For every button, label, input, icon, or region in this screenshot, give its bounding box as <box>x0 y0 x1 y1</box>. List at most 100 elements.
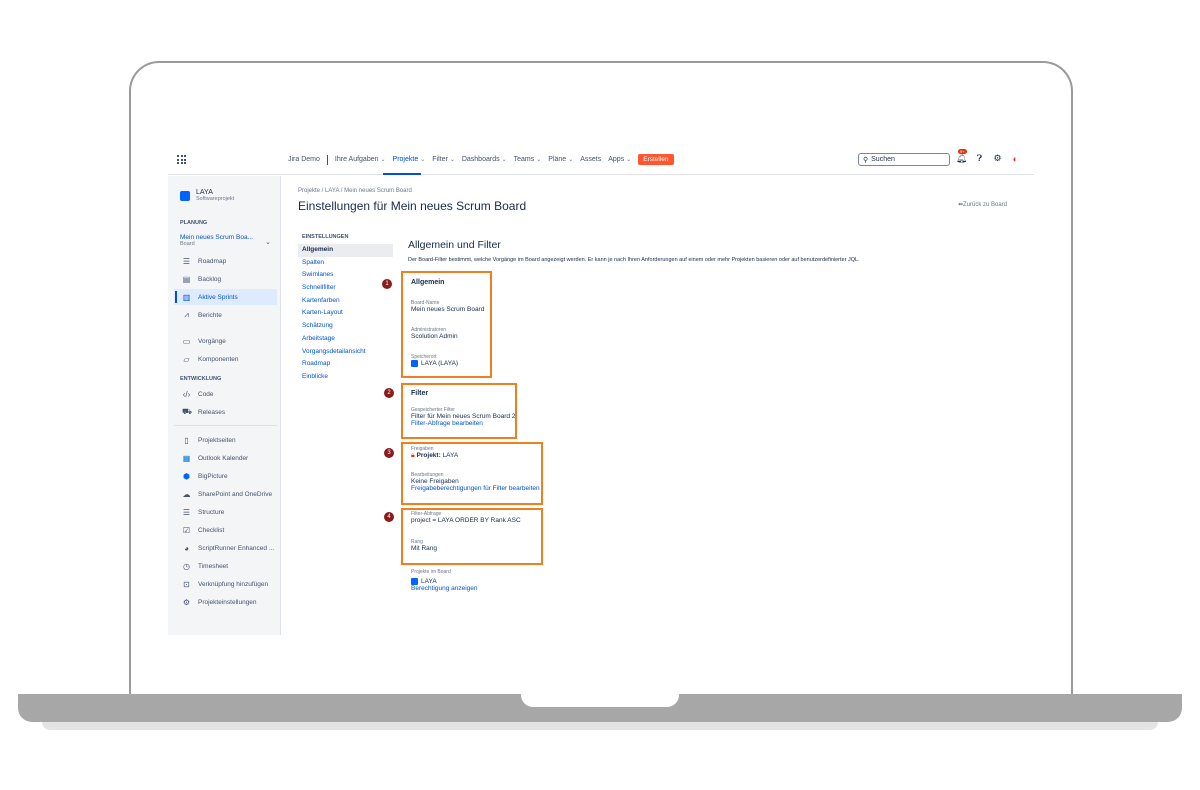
board-selector-type: Board <box>180 241 195 247</box>
scriptrunner-icon: ◕ <box>184 543 189 553</box>
laptop-shadow <box>42 722 1158 730</box>
sidebar-item-label: Verknüpfung hinzufügen <box>198 580 269 588</box>
rank-field: Rang Mit Rang <box>411 539 437 552</box>
settings-nav-columns[interactable]: Spalten <box>298 257 393 270</box>
sidebar-item-scriptrunner[interactable]: ◕ ScriptRunner Enhanced ... <box>174 540 277 556</box>
top-navigation: Jira Demo Ihre Aufgaben ⌄ Projekte ⌄ Filte… <box>168 145 1034 175</box>
shares-value: 🔒︎ Projekt: LAYA <box>411 452 458 460</box>
sidebar-item-bigpicture[interactable]: ⬢ BigPicture <box>174 468 277 484</box>
settings-nav-roadmap[interactable]: Roadmap <box>298 358 393 371</box>
roadmap-icon: ☰ <box>182 256 191 266</box>
nav-filters[interactable]: Filter ⌄ <box>432 156 455 163</box>
sidebar-item-sharepoint[interactable]: ☁ SharePoint and OneDrive <box>174 486 277 502</box>
chevron-down-icon: ⌄ <box>536 157 542 163</box>
sidebar-item-label: Code <box>198 390 214 398</box>
edit-filter-query-link[interactable]: Filter-Abfrage bearbeiten <box>411 420 515 427</box>
gear-icon: ⚙ <box>182 597 191 607</box>
sidebar-item-reports[interactable]: ⩘ Berichte <box>174 307 277 323</box>
admins-field: Administratoren Scolution Admin <box>411 327 458 340</box>
add-link-icon: ⊡ <box>183 579 190 589</box>
nav-jira-demo[interactable]: Jira Demo <box>288 156 320 163</box>
sidebar-item-code[interactable]: ‹/› Code <box>174 386 277 402</box>
general-heading: Allgemein <box>411 279 445 286</box>
notifications-icon[interactable]: 🔔︎ 9+ <box>956 149 967 164</box>
settings-nav-insights[interactable]: Einblicke <box>298 371 393 384</box>
sidebar-item-outlook[interactable]: ▦ Outlook Kalender <box>174 450 277 466</box>
sidebar-item-label: BigPicture <box>198 472 228 480</box>
settings-nav-swimlanes[interactable]: Swimlanes <box>298 269 393 282</box>
sidebar-item-releases[interactable]: ⛟ Releases <box>174 404 277 420</box>
edit-permissions-value: Keine Freigaben <box>411 478 459 485</box>
nav-apps[interactable]: Apps ⌄ <box>608 156 631 163</box>
breadcrumb[interactable]: Projekte / LAYA / Mein neues Scrum Board <box>298 188 412 194</box>
sidebar-item-add-shortcut[interactable]: ⊡ Verknüpfung hinzufügen <box>174 576 277 592</box>
sidebar-item-roadmap[interactable]: ☰ Roadmap <box>174 253 277 269</box>
admins-value[interactable]: Scolution Admin <box>411 333 458 340</box>
sidebar-item-label: Outlook Kalender <box>198 454 249 462</box>
settings-nav-quickfilters[interactable]: Schnellfilter <box>298 282 393 295</box>
nav-dashboards[interactable]: Dashboards ⌄ <box>462 156 507 163</box>
create-button[interactable]: Erstellen <box>638 154 674 165</box>
lock-icon: 🔒︎ <box>411 452 415 459</box>
settings-nav-general[interactable]: Allgemein <box>298 244 393 257</box>
active-nav-indicator <box>383 173 421 175</box>
issues-icon: ▭ <box>182 336 191 346</box>
project-avatar-icon <box>180 190 190 201</box>
chevron-down-icon: ⌄ <box>449 157 455 163</box>
chevron-down-icon: ⌄ <box>626 157 632 163</box>
location-value: LAYA (LAYA) <box>411 360 458 367</box>
nav-your-work[interactable]: Ihre Aufgaben ⌄ <box>335 156 386 163</box>
sidebar-item-active-sprints[interactable]: ▥ Aktive Sprints <box>174 289 277 305</box>
chevron-down-icon: ⌄ <box>568 157 574 163</box>
sidebar-item-components[interactable]: ▱ Komponenten <box>174 351 277 367</box>
help-icon[interactable]: ❓︎ <box>974 153 985 164</box>
sidebar-item-backlog[interactable]: ▤ Backlog <box>174 271 277 287</box>
search-input[interactable]: ⚲ Suchen <box>858 153 950 166</box>
location-field: Speicherort LAYA (LAYA) <box>411 354 458 367</box>
bigpicture-icon: ⬢ <box>183 471 190 481</box>
view-permission-link[interactable]: Berechtigung anzeigen <box>411 585 478 592</box>
sidebar-item-label: Projektseiten <box>198 436 236 444</box>
sidebar-item-label: Berichte <box>198 311 222 319</box>
shares-project: LAYA <box>442 452 459 459</box>
settings-nav-estimation[interactable]: Schätzung <box>298 320 393 333</box>
sidebar-item-label: Backlog <box>198 275 222 283</box>
content-title: Allgemein und Filter <box>408 239 501 251</box>
board-selector[interactable]: Mein neues Scrum Boa... Board ⌄ <box>174 231 277 252</box>
settings-gear-icon[interactable]: ⚙︎ <box>992 153 1003 164</box>
sidebar-item-label: SharePoint and OneDrive <box>198 490 273 498</box>
filter-section: Filter <box>411 390 428 397</box>
nav-teams[interactable]: Teams ⌄ <box>514 156 542 163</box>
jira-screen: Jira Demo Ihre Aufgaben ⌄ Projekte ⌄ Filte… <box>168 145 1034 635</box>
board-name-value[interactable]: Mein neues Scrum Board <box>411 306 484 313</box>
sidebar-item-timesheet[interactable]: ◷ Timesheet <box>174 558 277 574</box>
saved-filter-value: Filter für Mein neues Scrum Board 2 <box>411 413 516 420</box>
edit-share-permissions-link[interactable]: Freigabeberechtigungen für Filter bearbe… <box>411 485 540 492</box>
settings-nav-card-colors[interactable]: Kartenfarben <box>298 295 393 308</box>
releases-icon: ⛟ <box>182 407 193 416</box>
project-avatar-icon <box>411 360 418 367</box>
back-to-board-link[interactable]: ⬅Zurück zu Board <box>958 201 1007 208</box>
cloud-icon: ☁ <box>182 489 191 499</box>
app-switcher-icon[interactable] <box>177 155 186 164</box>
sidebar-item-checklist[interactable]: ☑ Checklist <box>174 522 277 538</box>
settings-nav-issue-detail-view[interactable]: Vorgangsdetailansicht <box>298 346 393 359</box>
edit-permissions-field: Bearbeitungen Keine Freigaben Freigabebe… <box>411 472 540 492</box>
sidebar-item-issues[interactable]: ▭ Vorgänge <box>174 333 277 349</box>
sidebar-item-project-settings[interactable]: ⚙ Projekteinstellungen <box>174 594 277 610</box>
sidebar-item-structure[interactable]: ☰ Structure <box>174 504 277 520</box>
projects-in-board-label: Projekte im Board <box>411 569 451 575</box>
avatar[interactable]: ◐ <box>1010 153 1021 164</box>
rank-value: Mit Rang <box>411 545 438 552</box>
nav-assets[interactable]: Assets <box>580 156 601 163</box>
location-text: LAYA (LAYA) <box>421 360 459 368</box>
nav-plans[interactable]: Pläne ⌄ <box>548 156 573 163</box>
sidebar-item-project-pages[interactable]: ▯ Projektseiten <box>174 432 277 448</box>
backlog-icon: ▤ <box>182 274 191 284</box>
projects-in-board-field: Projekte im Board LAYA Berechtigung anze… <box>411 569 478 592</box>
planning-section-title: PLANUNG <box>180 220 208 226</box>
nav-projects[interactable]: Projekte ⌄ <box>393 156 426 163</box>
settings-nav-working-days[interactable]: Arbeitstage <box>298 333 393 346</box>
settings-nav-card-layout[interactable]: Karten-Layout <box>298 307 393 320</box>
project-header[interactable]: LAYA Softwareprojekt <box>180 189 234 202</box>
